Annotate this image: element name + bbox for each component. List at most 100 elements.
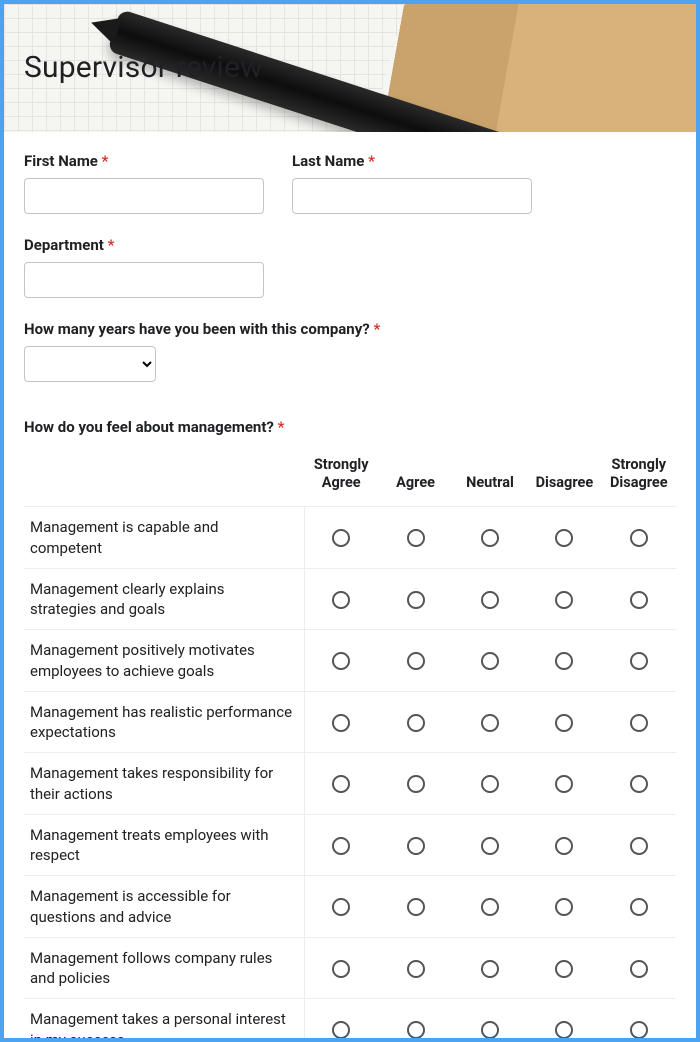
matrix-cell xyxy=(304,691,378,753)
matrix-radio[interactable] xyxy=(332,837,350,855)
matrix-radio[interactable] xyxy=(481,591,499,609)
matrix-col-4: Strongly Disagree xyxy=(602,448,676,507)
matrix-radio[interactable] xyxy=(481,652,499,670)
required-mark: * xyxy=(108,236,115,254)
matrix-cell xyxy=(602,691,676,753)
first-name-input[interactable] xyxy=(24,178,264,214)
matrix-radio[interactable] xyxy=(332,652,350,670)
matrix-cell xyxy=(602,568,676,630)
matrix-radio[interactable] xyxy=(481,837,499,855)
matrix-radio[interactable] xyxy=(332,591,350,609)
matrix-radio[interactable] xyxy=(332,898,350,916)
matrix-radio[interactable] xyxy=(407,898,425,916)
form-header: Supervisor review xyxy=(4,4,696,132)
matrix-radio[interactable] xyxy=(481,775,499,793)
matrix-radio[interactable] xyxy=(481,529,499,547)
required-mark: * xyxy=(102,152,109,170)
matrix-radio[interactable] xyxy=(332,960,350,978)
matrix-cell xyxy=(602,999,676,1042)
matrix-radio[interactable] xyxy=(332,714,350,732)
matrix-radio[interactable] xyxy=(332,775,350,793)
matrix-radio[interactable] xyxy=(555,1021,573,1039)
matrix-cell xyxy=(453,937,527,999)
matrix-radio[interactable] xyxy=(332,1021,350,1039)
matrix-radio[interactable] xyxy=(555,591,573,609)
last-name-label: Last Name * xyxy=(292,152,532,170)
matrix-cell xyxy=(378,507,452,569)
matrix-radio[interactable] xyxy=(407,775,425,793)
table-row: Management takes responsibility for thei… xyxy=(24,753,676,815)
matrix-radio[interactable] xyxy=(555,529,573,547)
matrix-question-text: How do you feel about management? xyxy=(24,418,274,436)
matrix-radio[interactable] xyxy=(555,960,573,978)
matrix-col-2: Neutral xyxy=(453,448,527,507)
matrix-cell xyxy=(453,753,527,815)
matrix-cell xyxy=(304,814,378,876)
matrix-cell xyxy=(527,691,601,753)
table-row: Management has realistic performance exp… xyxy=(24,691,676,753)
last-name-input[interactable] xyxy=(292,178,532,214)
matrix-cell xyxy=(602,630,676,692)
department-label-text: Department xyxy=(24,236,104,254)
matrix-row-label: Management treats employees with respect xyxy=(24,814,304,876)
matrix-cell xyxy=(527,937,601,999)
matrix-row-label: Management is accessible for questions a… xyxy=(24,876,304,938)
table-row: Management clearly explains strategies a… xyxy=(24,568,676,630)
matrix-radio[interactable] xyxy=(332,529,350,547)
table-row: Management positively motivates employee… xyxy=(24,630,676,692)
matrix-row-label: Management takes responsibility for thei… xyxy=(24,753,304,815)
matrix-radio[interactable] xyxy=(630,837,648,855)
matrix-table: Strongly Agree Agree Neutral Disagree St… xyxy=(24,448,676,1042)
matrix-radio[interactable] xyxy=(407,714,425,732)
matrix-question-label: How do you feel about management? * xyxy=(24,418,676,436)
matrix-radio[interactable] xyxy=(630,529,648,547)
years-label: How many years have you been with this c… xyxy=(24,320,676,338)
matrix-radio[interactable] xyxy=(630,775,648,793)
matrix-radio[interactable] xyxy=(407,529,425,547)
matrix-col-1: Agree xyxy=(378,448,452,507)
matrix-radio[interactable] xyxy=(555,775,573,793)
matrix-radio[interactable] xyxy=(630,591,648,609)
matrix-cell xyxy=(453,999,527,1042)
matrix-cell xyxy=(378,876,452,938)
matrix-cell xyxy=(527,568,601,630)
first-name-label: First Name * xyxy=(24,152,264,170)
matrix-cell xyxy=(602,507,676,569)
matrix-cell xyxy=(527,814,601,876)
matrix-radio[interactable] xyxy=(630,714,648,732)
matrix-row-label: Management has realistic performance exp… xyxy=(24,691,304,753)
matrix-cell xyxy=(378,691,452,753)
department-input[interactable] xyxy=(24,262,264,298)
matrix-cell xyxy=(602,814,676,876)
matrix-radio[interactable] xyxy=(481,960,499,978)
matrix-radio[interactable] xyxy=(481,1021,499,1039)
matrix-cell xyxy=(304,507,378,569)
matrix-radio[interactable] xyxy=(407,1021,425,1039)
matrix-radio[interactable] xyxy=(555,714,573,732)
matrix-cell xyxy=(527,507,601,569)
form-container: Supervisor review First Name * Last Name… xyxy=(0,0,700,1042)
matrix-radio[interactable] xyxy=(555,837,573,855)
matrix-radio[interactable] xyxy=(555,898,573,916)
matrix-cell xyxy=(453,814,527,876)
years-select[interactable] xyxy=(24,346,156,382)
matrix-radio[interactable] xyxy=(407,837,425,855)
required-mark: * xyxy=(278,418,285,436)
matrix-cell xyxy=(304,568,378,630)
matrix-radio[interactable] xyxy=(630,1021,648,1039)
matrix-header-row: Strongly Agree Agree Neutral Disagree St… xyxy=(24,448,676,507)
matrix-radio[interactable] xyxy=(630,652,648,670)
matrix-cell xyxy=(527,630,601,692)
matrix-radio[interactable] xyxy=(555,652,573,670)
matrix-cell xyxy=(378,630,452,692)
matrix-radio[interactable] xyxy=(407,960,425,978)
matrix-cell xyxy=(304,630,378,692)
matrix-cell xyxy=(602,876,676,938)
matrix-radio[interactable] xyxy=(630,960,648,978)
matrix-radio[interactable] xyxy=(481,898,499,916)
matrix-cell xyxy=(453,630,527,692)
matrix-radio[interactable] xyxy=(630,898,648,916)
matrix-radio[interactable] xyxy=(407,591,425,609)
matrix-radio[interactable] xyxy=(481,714,499,732)
matrix-radio[interactable] xyxy=(407,652,425,670)
